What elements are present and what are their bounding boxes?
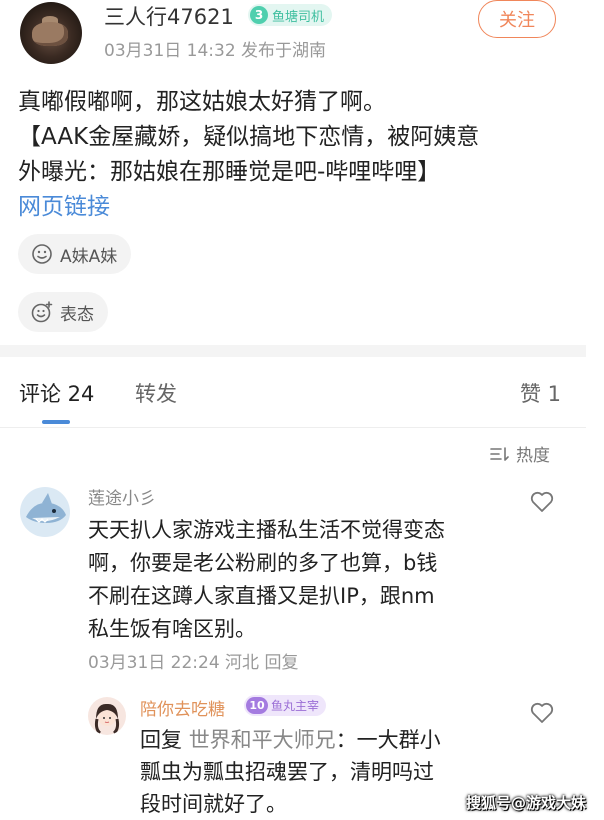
- tab-repost[interactable]: 转发: [135, 378, 177, 408]
- tab-divider: [0, 427, 586, 428]
- reply-level-title: 鱼丸主宰: [271, 699, 320, 713]
- post-line: 【AAK金屋藏娇，疑似搞地下恋情，被阿姨意: [18, 124, 480, 150]
- reply-level-badge: 10 鱼丸主宰: [244, 695, 327, 716]
- follow-button[interactable]: 关注: [478, 0, 556, 38]
- commenter-avatar[interactable]: [20, 487, 70, 537]
- author-name[interactable]: 三人行47621: [104, 1, 234, 31]
- topic-chip-label: A妹A妹: [60, 246, 118, 267]
- comment-line: 不刷在这蹲人家直播又是扒IP，跟nm: [88, 584, 435, 608]
- reply-line: 段时间就好了。: [140, 792, 287, 816]
- post-line: 真嘟假嘟啊，那这姑娘太好猜了啊。: [18, 89, 386, 115]
- reply-avatar[interactable]: [88, 697, 126, 735]
- comment-meta[interactable]: 03月31日 22:24 河北 回复: [88, 648, 298, 673]
- reply-first-text: ：一大群小: [335, 728, 441, 752]
- heart-icon[interactable]: [529, 701, 555, 725]
- topic-chip[interactable]: A妹A妹: [18, 234, 132, 274]
- comment-text: 天天扒人家游戏主播私生活不觉得变态 啊，你要是老公粉刷的多了也算，b钱 不刷在这…: [88, 514, 498, 646]
- comment-line: 啊，你要是老公粉刷的多了也算，b钱: [88, 551, 438, 575]
- post-meta: 03月31日 14:32 发布于湖南: [104, 41, 327, 61]
- reply-text: 回复 世界和平大师兄：一大群小 瓢虫为瓢虫招魂罢了，清明吗过 段时间就好了。: [140, 724, 500, 820]
- watermark: 搜狐号@游戏大妹: [466, 794, 587, 812]
- level-badge: 3 鱼塘司机: [248, 4, 333, 26]
- tab-likes[interactable]: 赞 1: [520, 378, 561, 408]
- post-line: 外曝光：那姑娘在那睡觉是吧-哔哩哔哩】: [18, 159, 441, 185]
- author-avatar[interactable]: [20, 2, 82, 64]
- add-emoji-icon: [31, 301, 53, 323]
- commenter-name[interactable]: 莲途小彡: [88, 484, 156, 509]
- comment-line: 私生饭有啥区别。: [88, 617, 256, 641]
- post-body: 真嘟假嘟啊，那这姑娘太好猜了啊。 【AAK金屋藏娇，疑似搞地下恋情，被阿姨意 外…: [18, 85, 578, 225]
- sort-label: 热度: [516, 446, 550, 466]
- react-chip-label: 表态: [60, 304, 94, 325]
- level-title: 鱼塘司机: [272, 9, 325, 25]
- reply-author-name[interactable]: 陪你去吃糖: [140, 695, 225, 720]
- section-divider: [0, 345, 586, 357]
- active-tab-indicator: [42, 420, 70, 424]
- reply-level-number: 10: [246, 697, 268, 714]
- reply-line: 回复 世界和平大师兄：一大群小: [140, 724, 500, 756]
- smiley-face-icon: [32, 244, 52, 264]
- heart-icon[interactable]: [529, 490, 555, 514]
- girl-avatar-icon: [94, 703, 120, 735]
- web-link[interactable]: 网页链接: [18, 190, 578, 225]
- comment-line: 天天扒人家游戏主播私生活不觉得变态: [88, 518, 445, 542]
- reply-line: 瓢虫为瓢虫招魂罢了，清明吗过: [140, 760, 434, 784]
- reply-target-user[interactable]: 世界和平大师兄: [189, 728, 336, 752]
- shark-avatar-icon: [26, 493, 66, 523]
- reply-prefix: 回复: [140, 728, 182, 752]
- tab-comments[interactable]: 评论 24: [19, 378, 94, 408]
- level-number: 3: [250, 6, 268, 24]
- sort-button[interactable]: 热度: [490, 441, 550, 466]
- sort-icon: [490, 446, 509, 461]
- react-chip[interactable]: 表态: [18, 292, 108, 332]
